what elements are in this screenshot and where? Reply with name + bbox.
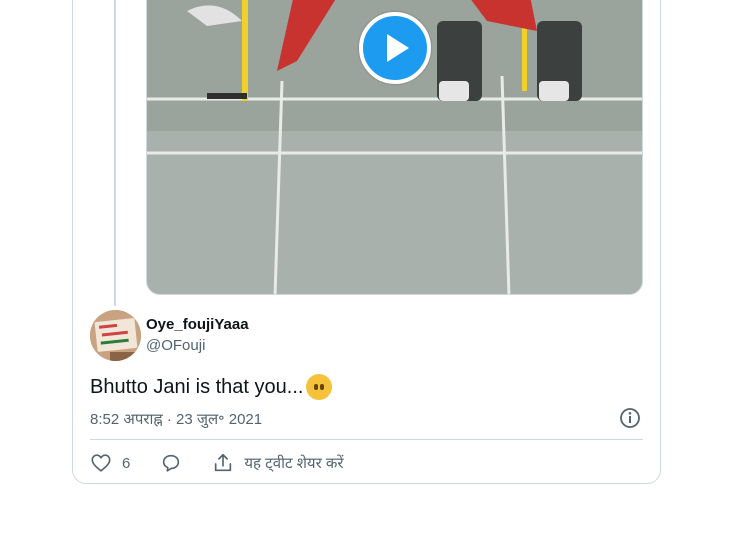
like-button[interactable]: 6 xyxy=(90,452,130,474)
tweet-timestamp[interactable]: 8:52 अपराह्न · 23 जुल॰ 2021 xyxy=(90,409,262,429)
heart-icon xyxy=(91,454,111,472)
share-label: यह ट्वीट शेयर करें xyxy=(244,455,344,472)
play-icon xyxy=(387,34,409,62)
thread-connector-line xyxy=(114,0,116,306)
reply-icon xyxy=(163,454,180,472)
divider xyxy=(90,439,643,440)
reply-button[interactable] xyxy=(160,452,182,474)
tweet-actions: 6 यह ट्वीट शेयर करें xyxy=(90,448,344,478)
display-name[interactable]: Oye_foujiYaaa xyxy=(146,316,249,333)
info-icon[interactable] xyxy=(619,407,641,429)
play-button[interactable] xyxy=(359,12,431,84)
avatar[interactable] xyxy=(90,310,141,361)
tweet-text: Bhutto Jani is that you... xyxy=(90,375,304,398)
user-handle[interactable]: @OFouji xyxy=(146,337,205,354)
share-button[interactable]: यह ट्वीट शेयर करें xyxy=(212,452,344,474)
tweet-text-container: Bhutto Jani is that you... xyxy=(90,374,333,400)
avatar-image xyxy=(90,310,141,361)
share-icon xyxy=(215,453,232,472)
like-count: 6 xyxy=(122,454,131,472)
neutral-face-emoji-icon xyxy=(306,374,333,400)
